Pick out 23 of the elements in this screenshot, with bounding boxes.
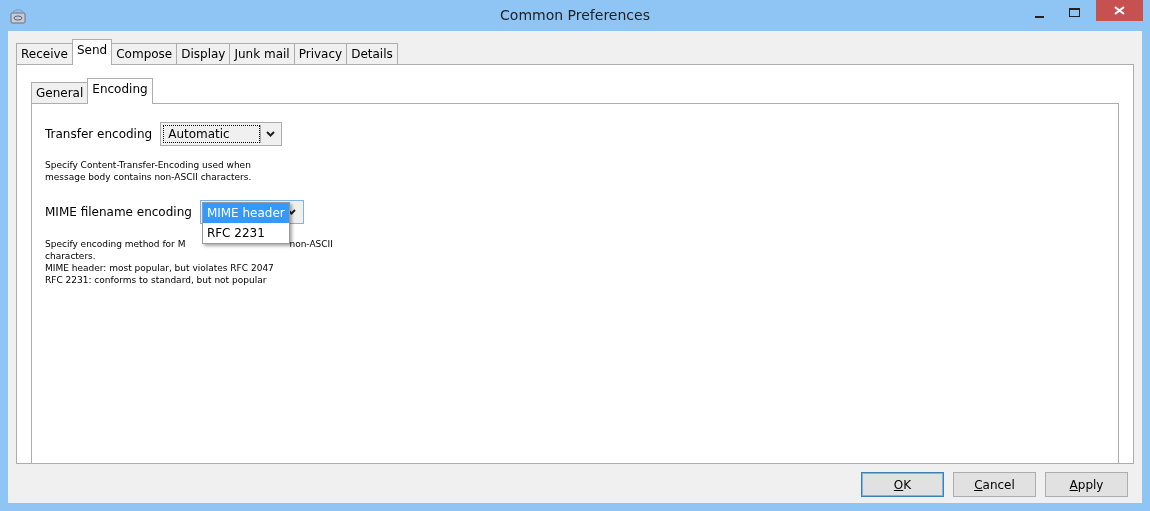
window-title: Common Preferences: [500, 7, 650, 23]
dialog-button[interactable]: Cancel: [953, 472, 1036, 497]
tab[interactable]: Compose: [111, 43, 178, 64]
tab[interactable]: Privacy: [293, 43, 348, 64]
dropdown[interactable]: Automatic: [160, 122, 283, 146]
description-text: characters. MIME header: most popular, but violates RFC 2047 RFC 2231: conforms to standard, but not popular: [45, 250, 275, 286]
dialog-button[interactable]: OK: [861, 472, 944, 497]
tab[interactable]: Send: [72, 39, 113, 65]
close-button[interactable]: [1096, 0, 1143, 21]
description-text: Specify Content-Transfer-Encoding used when message body contains non-ASCII characters.: [45, 159, 253, 183]
tab[interactable]: Junk mail: [229, 43, 295, 64]
app-icon: [10, 7, 26, 24]
field-label: MIME filename encoding: [45, 205, 192, 219]
tab[interactable]: General: [31, 82, 89, 103]
tab[interactable]: Receive: [16, 43, 73, 64]
dropdown-option[interactable]: RFC 2231: [202, 223, 289, 243]
description-text: Specify encoding method for M: [45, 238, 186, 250]
tab[interactable]: Display: [176, 43, 231, 64]
field-label: Transfer encoding: [45, 127, 153, 141]
tab[interactable]: Details: [346, 43, 398, 64]
tab[interactable]: Encoding: [87, 78, 153, 104]
close-icon: [1114, 6, 1125, 15]
dialog-button[interactable]: Apply: [1045, 472, 1128, 497]
